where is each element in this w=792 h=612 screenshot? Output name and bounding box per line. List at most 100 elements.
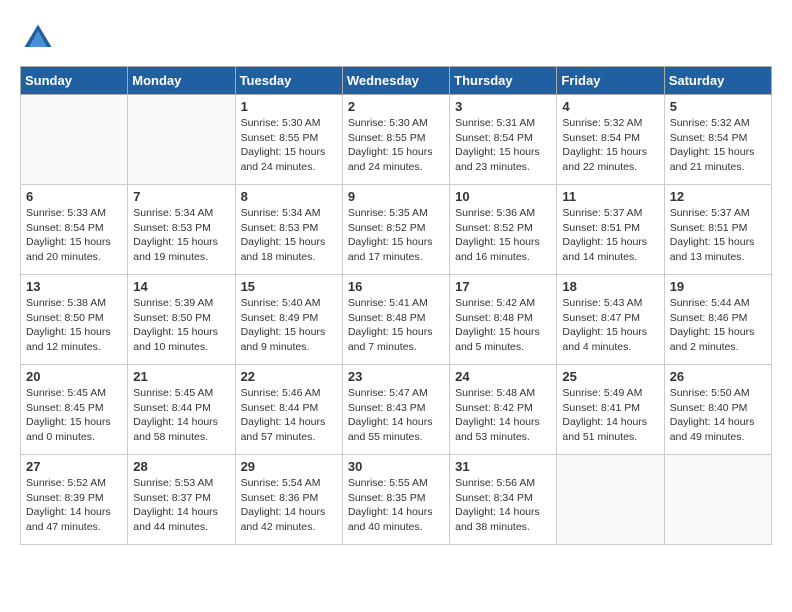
day-cell: 17Sunrise: 5:42 AM Sunset: 8:48 PM Dayli… (450, 275, 557, 365)
day-number: 17 (455, 279, 551, 294)
day-number: 29 (241, 459, 337, 474)
day-cell: 3Sunrise: 5:31 AM Sunset: 8:54 PM Daylig… (450, 95, 557, 185)
day-info: Sunrise: 5:31 AM Sunset: 8:54 PM Dayligh… (455, 116, 551, 175)
day-number: 7 (133, 189, 229, 204)
header-cell-friday: Friday (557, 67, 664, 95)
day-info: Sunrise: 5:55 AM Sunset: 8:35 PM Dayligh… (348, 476, 444, 535)
header-cell-monday: Monday (128, 67, 235, 95)
week-row-2: 13 Sunrise: 5:38 AM Sunset: 8:50 PM Dayli… (21, 275, 772, 365)
day-info: Sunrise: 5:37 AM Sunset: 8:51 PM Dayligh… (670, 206, 766, 265)
week-row-3: 20Sunrise: 5:45 AM Sunset: 8:45 PM Dayli… (21, 365, 772, 455)
day-number: 14 (133, 279, 229, 294)
day-number: 2 (348, 99, 444, 114)
day-cell: 21Sunrise: 5:45 AM Sunset: 8:44 PM Dayli… (128, 365, 235, 455)
day-number: 13 (26, 279, 122, 294)
day-cell: 30Sunrise: 5:55 AM Sunset: 8:35 PM Dayli… (342, 455, 449, 545)
day-info: Sunrise: 5:33 AM Sunset: 8:54 PM Dayligh… (26, 206, 122, 265)
calendar-header: SundayMondayTuesdayWednesdayThursdayFrid… (21, 67, 772, 95)
day-cell: 19Sunrise: 5:44 AM Sunset: 8:46 PM Dayli… (664, 275, 771, 365)
day-info: Sunrise: 5:45 AM Sunset: 8:45 PM Dayligh… (26, 386, 122, 445)
header-row: SundayMondayTuesdayWednesdayThursdayFrid… (21, 67, 772, 95)
day-info: Sunrise: 5:48 AM Sunset: 8:42 PM Dayligh… (455, 386, 551, 445)
day-cell: 12 Sunrise: 5:37 AM Sunset: 8:51 PM Dayli… (664, 185, 771, 275)
header-cell-tuesday: Tuesday (235, 67, 342, 95)
day-info: Sunrise: 5:49 AM Sunset: 8:41 PM Dayligh… (562, 386, 658, 445)
day-info: Sunrise: 5:47 AM Sunset: 8:43 PM Dayligh… (348, 386, 444, 445)
day-info: Sunrise: 5:56 AM Sunset: 8:34 PM Dayligh… (455, 476, 551, 535)
day-cell: 5 Sunrise: 5:32 AM Sunset: 8:54 PM Daylig… (664, 95, 771, 185)
day-info: Sunrise: 5:37 AM Sunset: 8:51 PM Dayligh… (562, 206, 658, 265)
day-number: 1 (241, 99, 337, 114)
day-number: 27 (26, 459, 122, 474)
day-number: 4 (562, 99, 658, 114)
day-info: Sunrise: 5:30 AM Sunset: 8:55 PM Dayligh… (241, 116, 337, 175)
day-info: Sunrise: 5:32 AM Sunset: 8:54 PM Dayligh… (562, 116, 658, 175)
day-cell: 23 Sunrise: 5:47 AM Sunset: 8:43 PM Dayli… (342, 365, 449, 455)
logo (20, 20, 60, 56)
day-info: Sunrise: 5:35 AM Sunset: 8:52 PM Dayligh… (348, 206, 444, 265)
day-info: Sunrise: 5:50 AM Sunset: 8:40 PM Dayligh… (670, 386, 766, 445)
day-info: Sunrise: 5:54 AM Sunset: 8:36 PM Dayligh… (241, 476, 337, 535)
day-number: 8 (241, 189, 337, 204)
day-number: 9 (348, 189, 444, 204)
day-info: Sunrise: 5:39 AM Sunset: 8:50 PM Dayligh… (133, 296, 229, 355)
day-cell: 10 Sunrise: 5:36 AM Sunset: 8:52 PM Dayli… (450, 185, 557, 275)
day-info: Sunrise: 5:52 AM Sunset: 8:39 PM Dayligh… (26, 476, 122, 535)
day-cell (557, 455, 664, 545)
header-cell-thursday: Thursday (450, 67, 557, 95)
day-info: Sunrise: 5:43 AM Sunset: 8:47 PM Dayligh… (562, 296, 658, 355)
day-cell: 22 Sunrise: 5:46 AM Sunset: 8:44 PM Dayli… (235, 365, 342, 455)
day-info: Sunrise: 5:44 AM Sunset: 8:46 PM Dayligh… (670, 296, 766, 355)
day-cell (664, 455, 771, 545)
page-header (20, 20, 772, 56)
calendar-table: SundayMondayTuesdayWednesdayThursdayFrid… (20, 66, 772, 545)
day-number: 21 (133, 369, 229, 384)
day-info: Sunrise: 5:36 AM Sunset: 8:52 PM Dayligh… (455, 206, 551, 265)
day-number: 12 (670, 189, 766, 204)
day-number: 28 (133, 459, 229, 474)
day-cell: 8Sunrise: 5:34 AM Sunset: 8:53 PM Daylig… (235, 185, 342, 275)
day-number: 25 (562, 369, 658, 384)
header-cell-saturday: Saturday (664, 67, 771, 95)
calendar-body: 1 Sunrise: 5:30 AM Sunset: 8:55 PM Daylig… (21, 95, 772, 545)
day-cell: 26 Sunrise: 5:50 AM Sunset: 8:40 PM Dayli… (664, 365, 771, 455)
day-info: Sunrise: 5:38 AM Sunset: 8:50 PM Dayligh… (26, 296, 122, 355)
day-number: 18 (562, 279, 658, 294)
day-number: 31 (455, 459, 551, 474)
day-cell: 20Sunrise: 5:45 AM Sunset: 8:45 PM Dayli… (21, 365, 128, 455)
day-cell (128, 95, 235, 185)
day-cell: 7 Sunrise: 5:34 AM Sunset: 8:53 PM Daylig… (128, 185, 235, 275)
day-cell: 2Sunrise: 5:30 AM Sunset: 8:55 PM Daylig… (342, 95, 449, 185)
day-info: Sunrise: 5:40 AM Sunset: 8:49 PM Dayligh… (241, 296, 337, 355)
day-cell: 14 Sunrise: 5:39 AM Sunset: 8:50 PM Dayli… (128, 275, 235, 365)
day-cell: 6Sunrise: 5:33 AM Sunset: 8:54 PM Daylig… (21, 185, 128, 275)
day-cell: 11Sunrise: 5:37 AM Sunset: 8:51 PM Dayli… (557, 185, 664, 275)
week-row-1: 6Sunrise: 5:33 AM Sunset: 8:54 PM Daylig… (21, 185, 772, 275)
day-cell: 16Sunrise: 5:41 AM Sunset: 8:48 PM Dayli… (342, 275, 449, 365)
day-info: Sunrise: 5:46 AM Sunset: 8:44 PM Dayligh… (241, 386, 337, 445)
day-cell: 27 Sunrise: 5:52 AM Sunset: 8:39 PM Dayli… (21, 455, 128, 545)
day-cell: 24 Sunrise: 5:48 AM Sunset: 8:42 PM Dayli… (450, 365, 557, 455)
day-number: 10 (455, 189, 551, 204)
day-cell: 18 Sunrise: 5:43 AM Sunset: 8:47 PM Dayli… (557, 275, 664, 365)
week-row-0: 1 Sunrise: 5:30 AM Sunset: 8:55 PM Daylig… (21, 95, 772, 185)
day-cell (21, 95, 128, 185)
day-number: 24 (455, 369, 551, 384)
day-info: Sunrise: 5:53 AM Sunset: 8:37 PM Dayligh… (133, 476, 229, 535)
day-cell: 31 Sunrise: 5:56 AM Sunset: 8:34 PM Dayli… (450, 455, 557, 545)
header-cell-sunday: Sunday (21, 67, 128, 95)
day-cell: 4 Sunrise: 5:32 AM Sunset: 8:54 PM Daylig… (557, 95, 664, 185)
header-cell-wednesday: Wednesday (342, 67, 449, 95)
day-info: Sunrise: 5:32 AM Sunset: 8:54 PM Dayligh… (670, 116, 766, 175)
day-number: 26 (670, 369, 766, 384)
day-cell: 9 Sunrise: 5:35 AM Sunset: 8:52 PM Daylig… (342, 185, 449, 275)
day-info: Sunrise: 5:34 AM Sunset: 8:53 PM Dayligh… (133, 206, 229, 265)
day-number: 22 (241, 369, 337, 384)
logo-icon (20, 20, 56, 56)
week-row-4: 27 Sunrise: 5:52 AM Sunset: 8:39 PM Dayli… (21, 455, 772, 545)
day-number: 5 (670, 99, 766, 114)
day-number: 23 (348, 369, 444, 384)
day-cell: 1 Sunrise: 5:30 AM Sunset: 8:55 PM Daylig… (235, 95, 342, 185)
day-cell: 29 Sunrise: 5:54 AM Sunset: 8:36 PM Dayli… (235, 455, 342, 545)
day-cell: 25 Sunrise: 5:49 AM Sunset: 8:41 PM Dayli… (557, 365, 664, 455)
